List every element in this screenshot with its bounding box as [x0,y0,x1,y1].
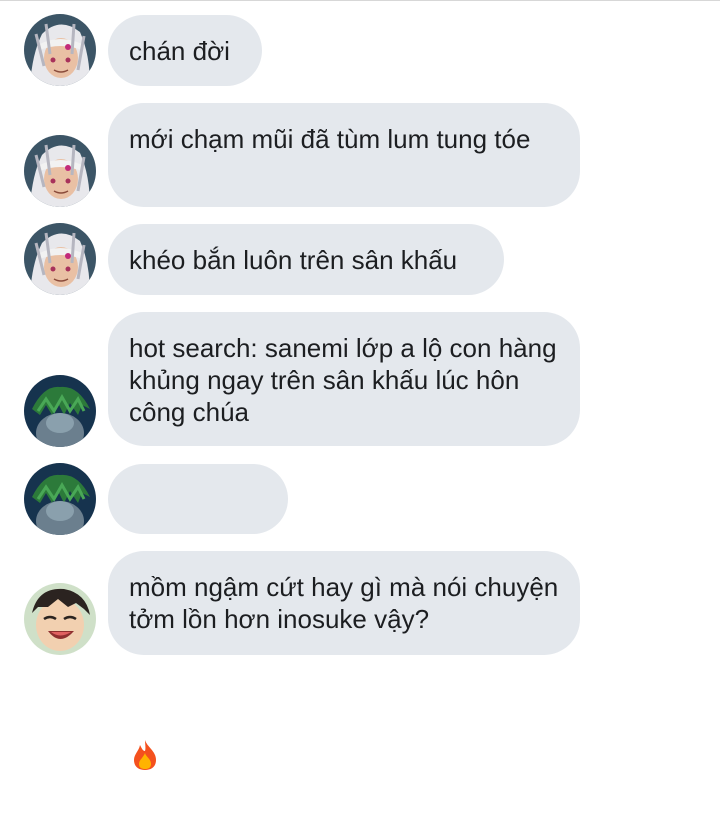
avatar-white-hair-headband-icon [24,14,96,86]
avatar-green-hair-icon [24,463,96,535]
message-bubble[interactable]: hot search: sanemi lớp a lộ con hàng khủ… [108,312,580,446]
sender-avatar[interactable] [24,583,96,655]
message-bubble[interactable]: mới chạm mũi đã tùm lum tung tóe [108,103,580,207]
top-divider [0,0,720,1]
fire-emoji-icon [130,675,160,835]
message-bubble[interactable]: mồm ngậm cứt hay gì mà nói chuyện tởm lồ… [108,551,580,655]
avatar-white-hair-headband-icon [24,135,96,207]
avatar-white-hair-headband-icon [24,223,96,295]
message-bubble-emoji[interactable] [108,464,288,770]
sender-avatar[interactable] [24,375,96,447]
sender-avatar[interactable] [24,135,96,207]
message-bubble[interactable]: chán đời [108,15,262,86]
avatar-laughing-boy-icon [24,583,96,655]
avatar-green-hair-icon [24,375,96,447]
sender-avatar[interactable] [24,223,96,295]
sender-avatar[interactable] [24,14,96,86]
sender-avatar[interactable] [24,463,96,535]
message-bubble[interactable]: khéo bắn luôn trên sân khấu [108,224,504,295]
